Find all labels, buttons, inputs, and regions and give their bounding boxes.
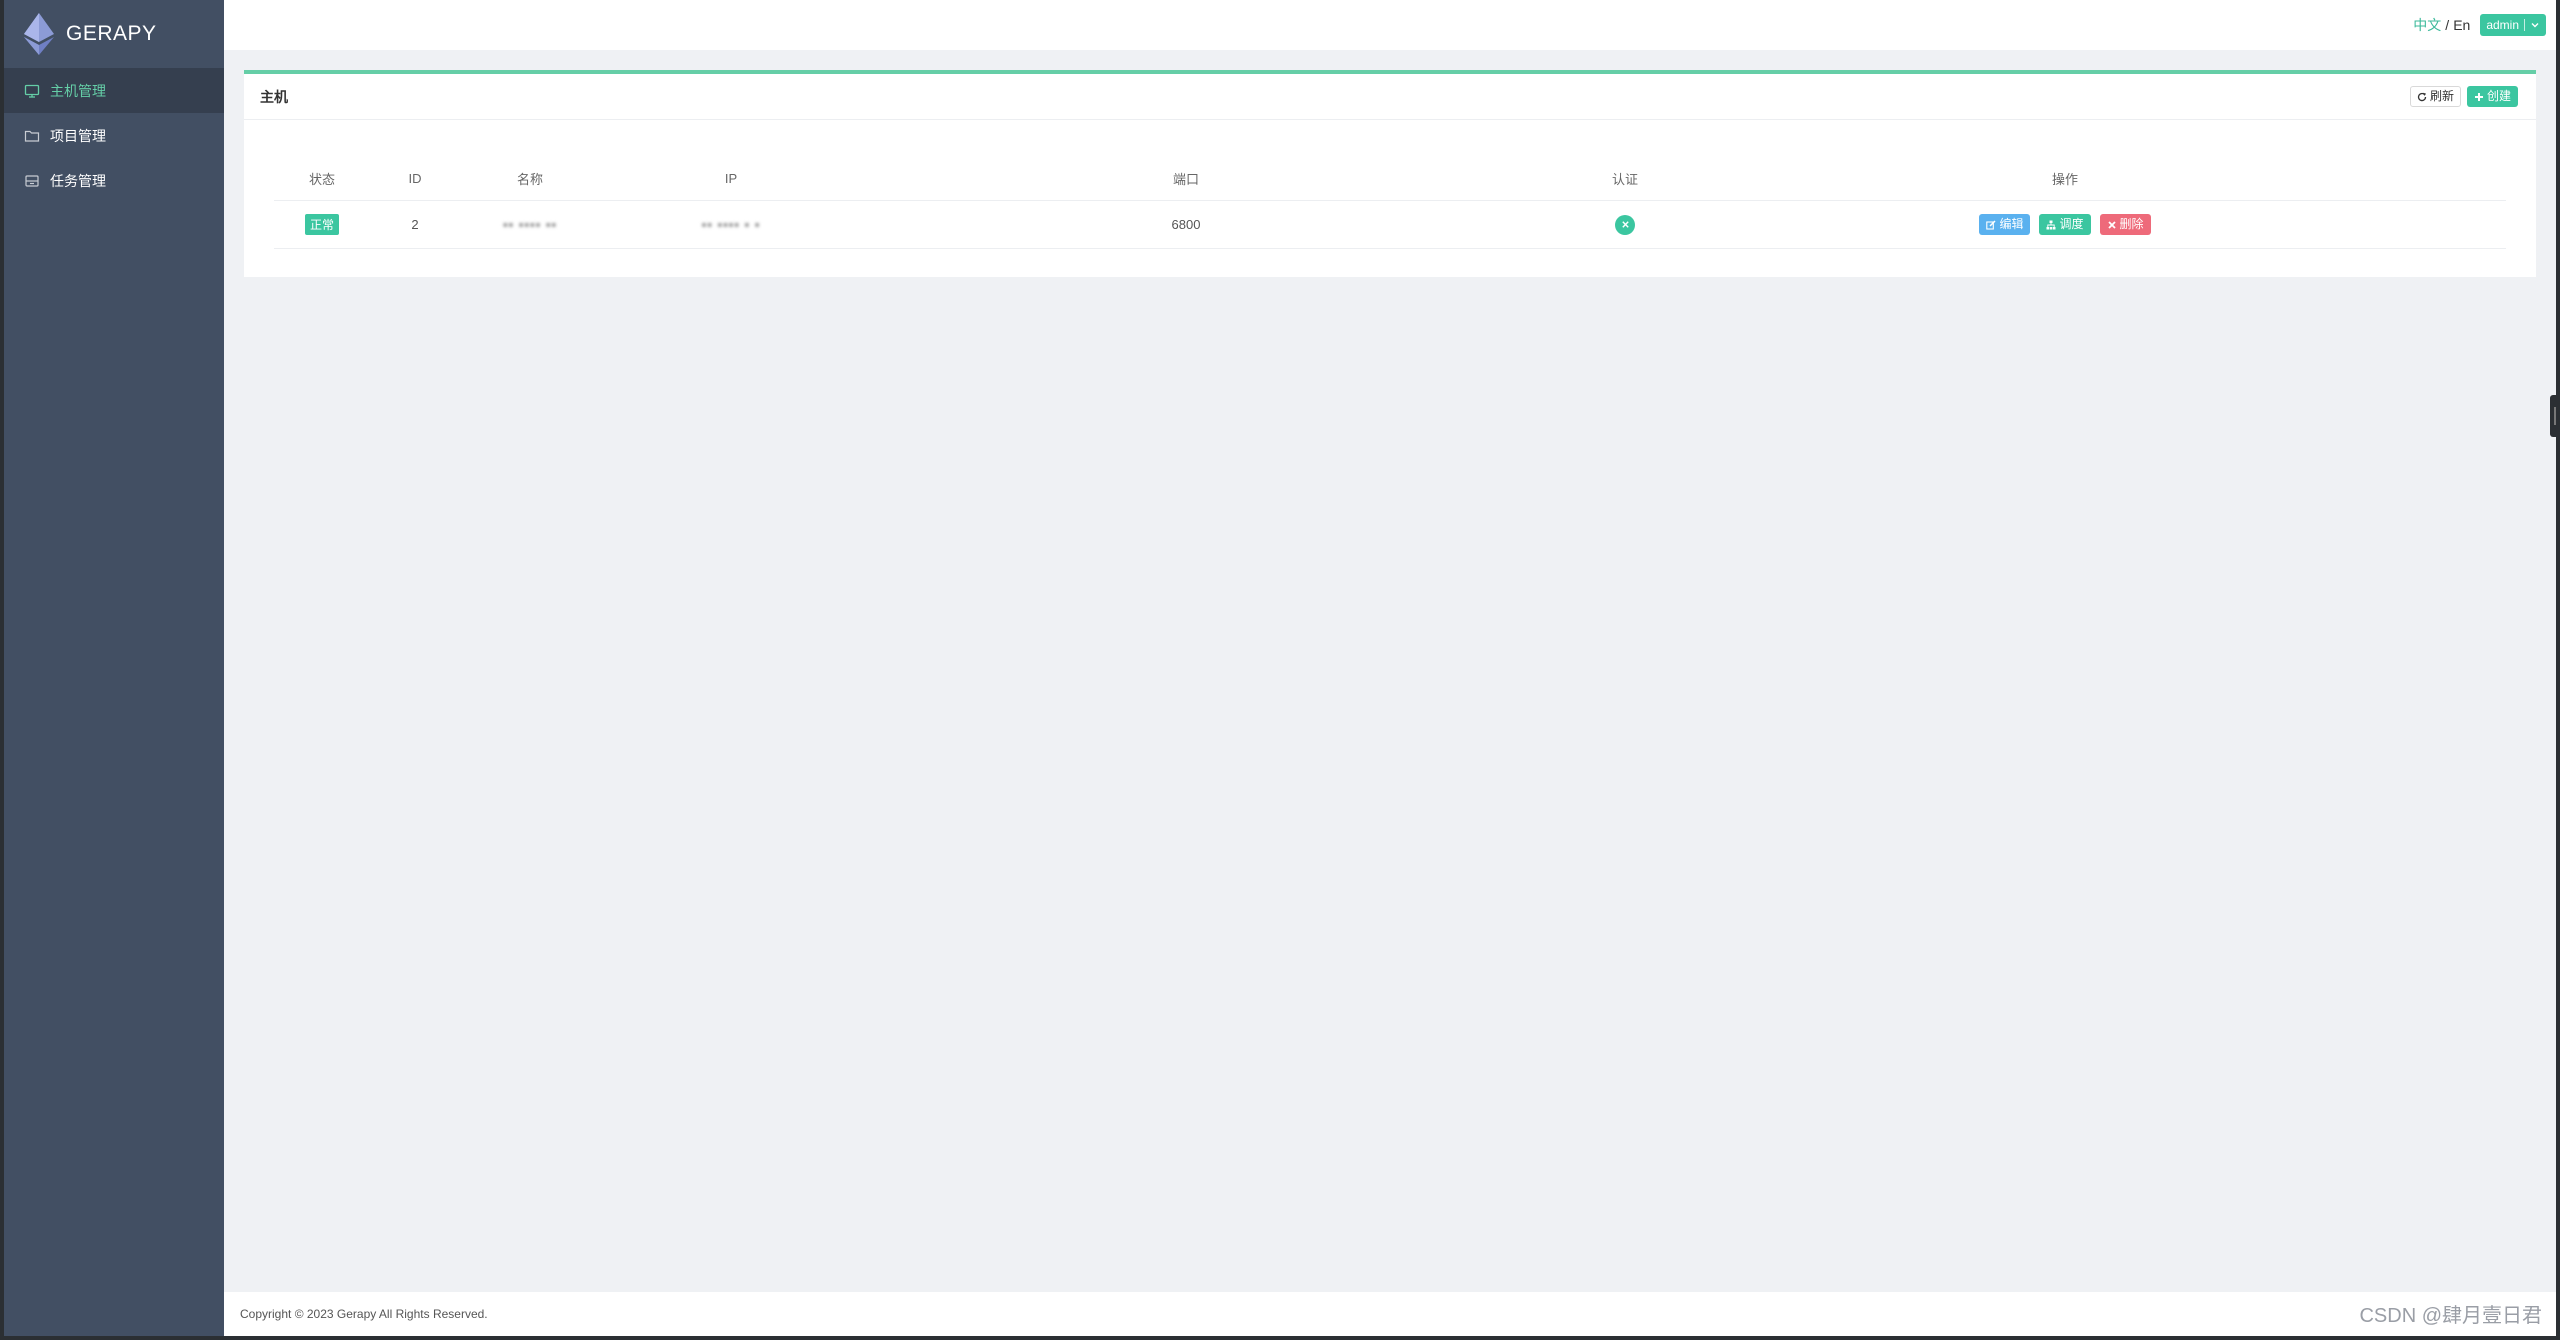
table-header-row: 状态 ID 名称 IP 端口 认证 操作: [274, 157, 2506, 201]
lang-english-link[interactable]: En: [2453, 17, 2470, 33]
hosts-table: 状态 ID 名称 IP 端口 认证 操作 正常 2 ▪▪ ▪▪▪▪ ▪▪ ▪▪ …: [274, 157, 2506, 249]
brand-name: GERAPY: [66, 22, 157, 45]
ip-cell: ▪▪ ▪▪▪▪ ▪ ▪: [600, 201, 862, 248]
sitemap-icon: [2046, 220, 2056, 229]
sidebar-item-projects[interactable]: 项目管理: [4, 113, 224, 158]
create-label: 创建: [2486, 89, 2511, 103]
panel-header: 主机 刷新 创建: [244, 74, 2536, 120]
row-actions: 编辑 调度 删除: [1979, 214, 2151, 235]
header-actions: 中文 / En admin: [2413, 14, 2546, 36]
monitor-icon: [24, 84, 40, 98]
delete-button[interactable]: 删除: [2099, 214, 2151, 235]
plus-icon: [2474, 92, 2483, 101]
task-icon: [25, 174, 39, 187]
actions-cell: 编辑 调度 删除: [1740, 201, 2390, 248]
schedule-button[interactable]: 调度: [2039, 214, 2091, 235]
name-cell: ▪▪ ▪▪▪▪ ▪▪: [460, 201, 600, 248]
user-menu-button[interactable]: admin: [2480, 14, 2546, 36]
chevron-down-icon: [2531, 23, 2539, 28]
column-header-ip: IP: [724, 171, 738, 186]
host-ip-blurred: ▪▪ ▪▪▪▪ ▪ ▪: [701, 217, 761, 232]
sidebar-item-tasks[interactable]: 任务管理: [4, 158, 224, 203]
sidebar-item-label: 项目管理: [50, 127, 106, 144]
refresh-button[interactable]: 刷新: [2409, 86, 2461, 107]
refresh-label: 刷新: [2429, 89, 2454, 103]
sidebar-item-hosts[interactable]: 主机管理: [4, 68, 224, 113]
column-header-actions: 操作: [2051, 172, 2078, 187]
sidebar-item-label: 任务管理: [50, 172, 106, 189]
status-badge: 正常: [304, 214, 339, 235]
x-icon: [1615, 214, 1635, 235]
column-header-port: 端口: [1172, 172, 1199, 187]
panel-toolbar: 刷新 创建: [2409, 86, 2518, 107]
brand[interactable]: GERAPY: [4, 0, 224, 68]
column-header-status: 状态: [308, 172, 335, 187]
folder-icon: [24, 130, 40, 142]
sidebar: GERAPY 主机管理 项目管理 任务管理: [4, 0, 224, 1336]
id-cell: 2: [411, 217, 419, 232]
auth-cell: [1510, 201, 1740, 248]
column-header-name: 名称: [516, 172, 543, 187]
side-drawer-handle[interactable]: [2550, 395, 2560, 437]
panel-title: 主机: [260, 88, 288, 105]
handle-grip: [2554, 407, 2556, 425]
status-cell: 正常: [274, 201, 370, 248]
user-name: admin: [2486, 18, 2519, 32]
delete-label: 删除: [2119, 217, 2144, 231]
copyright-text: Copyright © 2023 Gerapy All Rights Reser…: [240, 1307, 488, 1321]
schedule-label: 调度: [2059, 217, 2084, 231]
user-menu-divider: [2524, 19, 2525, 31]
refresh-icon: [2417, 92, 2427, 101]
edit-button[interactable]: 编辑: [1979, 214, 2031, 235]
footer: Copyright © 2023 Gerapy All Rights Reser…: [224, 1292, 2556, 1336]
sidebar-nav: 主机管理 项目管理 任务管理: [4, 68, 224, 203]
lang-separator: /: [2445, 17, 2450, 33]
edit-icon: [1986, 219, 1996, 230]
column-header-auth: 认证: [1611, 172, 1638, 187]
sidebar-item-label: 主机管理: [50, 82, 106, 99]
create-button[interactable]: 创建: [2466, 86, 2518, 107]
port-cell: 6800: [1171, 217, 1201, 232]
edit-label: 编辑: [1999, 217, 2024, 231]
host-name-blurred: ▪▪ ▪▪▪▪ ▪▪: [502, 217, 558, 232]
ethereum-logo-icon: [24, 13, 54, 55]
watermark: CSDN @肆月壹日君: [2359, 1305, 2542, 1327]
hosts-panel: 主机 刷新 创建 状态 ID 名称 IP 端口 认证 操作 正常 2 ▪▪ ▪▪…: [244, 70, 2536, 277]
close-icon: [2107, 220, 2116, 229]
app-window: GERAPY 主机管理 项目管理 任务管理 中文 / En admin 主机 刷…: [4, 0, 2556, 1336]
lang-chinese-link[interactable]: 中文: [2413, 15, 2441, 35]
column-header-id: ID: [408, 171, 422, 186]
table-row: 正常 2 ▪▪ ▪▪▪▪ ▪▪ ▪▪ ▪▪▪▪ ▪ ▪ 6800 编辑 调度 删…: [274, 201, 2506, 249]
top-header: 中文 / En admin: [224, 0, 2556, 50]
